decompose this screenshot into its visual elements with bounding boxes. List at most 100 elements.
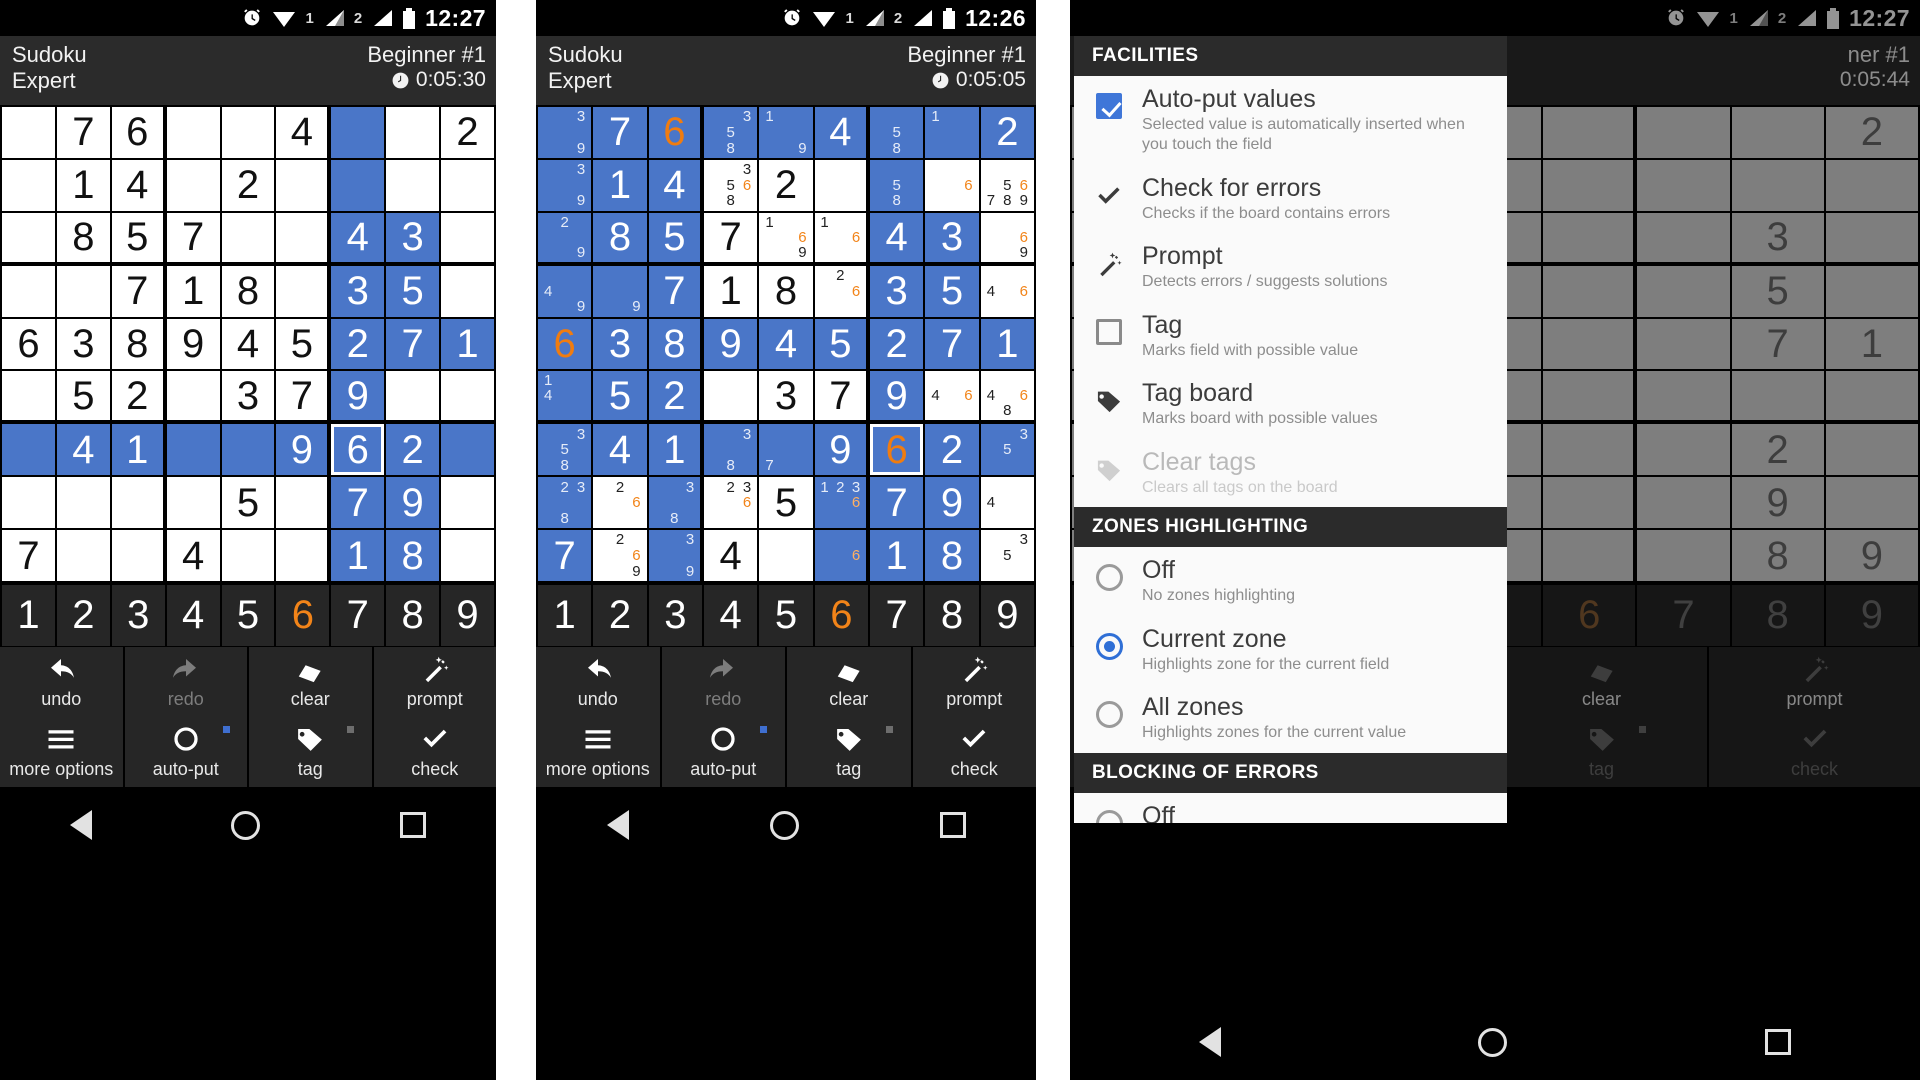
more-options-button[interactable]: more options	[536, 717, 660, 787]
sudoku-cell[interactable]: 2	[441, 107, 494, 158]
settings-item-auto-put-values[interactable]: Auto-put values Selected value is automat…	[1074, 76, 1507, 165]
sudoku-cell[interactable]	[56, 265, 110, 317]
sudoku-cell[interactable]: 5	[759, 477, 813, 529]
sudoku-cell[interactable]	[166, 477, 220, 529]
sudoku-cell[interactable]: 8	[111, 318, 167, 370]
sudoku-cell[interactable]: 468	[980, 371, 1034, 425]
settings-item-prompt[interactable]: Prompt Detects errors / suggests solution…	[1074, 233, 1507, 301]
sudoku-cell[interactable]	[386, 159, 440, 211]
sudoku-cell[interactable]	[441, 530, 494, 581]
sudoku-cell[interactable]	[441, 212, 494, 266]
sudoku-cell[interactable]: 3	[925, 212, 979, 266]
numpad-key-6[interactable]: 6	[814, 585, 868, 646]
sudoku-cell[interactable]	[166, 424, 220, 476]
sudoku-cell[interactable]: 7	[386, 318, 440, 370]
radio-off-icon[interactable]	[1095, 809, 1123, 823]
sudoku-cell[interactable]: 46	[980, 265, 1034, 317]
sudoku-cell[interactable]: 5	[386, 265, 440, 317]
sudoku-cell[interactable]: 39	[538, 107, 592, 158]
sudoku-cell[interactable]: 7	[331, 477, 385, 529]
sudoku-cell[interactable]: 4	[703, 530, 758, 581]
action-toolbar-2[interactable]: undo redo clear prompt	[536, 647, 1036, 717]
sudoku-cell[interactable]	[441, 371, 494, 425]
sudoku-cell[interactable]: 4	[166, 530, 220, 581]
settings-item-tag-board[interactable]: Tag board Marks board with possible value…	[1074, 370, 1507, 438]
back-triangle-icon[interactable]	[69, 810, 92, 840]
settings-item-clear-tags[interactable]: Clear tags Clears all tags on the board	[1074, 439, 1507, 507]
numpad-key-1[interactable]: 1	[538, 585, 592, 646]
sudoku-cell[interactable]: 3	[869, 265, 924, 317]
sudoku-cell[interactable]: 238	[538, 477, 592, 529]
sudoku-cell[interactable]: 4	[593, 424, 647, 476]
sudoku-cell[interactable]: 7	[759, 424, 813, 476]
sudoku-cell[interactable]: 4	[331, 212, 385, 266]
android-nav-bar-2[interactable]	[536, 787, 1036, 863]
numpad-key-5[interactable]: 5	[759, 585, 813, 646]
sudoku-board-2[interactable]: 3976358194581239143568258656789298571691…	[536, 105, 1036, 583]
numpad-key-1[interactable]: 1	[2, 585, 55, 646]
numpad-key-7[interactable]: 7	[331, 585, 385, 646]
sudoku-cell[interactable]: 1	[441, 318, 494, 370]
sudoku-cell[interactable]	[276, 530, 332, 581]
redo-button[interactable]: redo	[661, 647, 785, 717]
sudoku-cell[interactable]	[111, 530, 167, 581]
undo-button[interactable]: undo	[0, 647, 123, 717]
sudoku-cell[interactable]: 7	[869, 477, 924, 529]
settings-item-off[interactable]: Off No zones highlighting	[1074, 547, 1507, 615]
sudoku-cell[interactable]: 3568	[703, 159, 758, 211]
radio-on-icon[interactable]	[1095, 632, 1123, 660]
sudoku-cell[interactable]	[441, 265, 494, 317]
sudoku-cell[interactable]	[331, 107, 385, 158]
sudoku-cell[interactable]: 6	[111, 107, 167, 158]
sudoku-cell[interactable]: 5	[814, 318, 870, 370]
number-pad-1[interactable]: 123456789	[0, 583, 496, 647]
sudoku-cell[interactable]	[331, 159, 385, 211]
prompt-button[interactable]: prompt	[373, 647, 496, 717]
checkbox-empty-icon[interactable]	[1096, 318, 1122, 345]
sudoku-cell[interactable]: 6	[538, 318, 592, 370]
sudoku-cell[interactable]: 2	[386, 424, 440, 476]
tag-button[interactable]: tag	[787, 717, 911, 787]
sudoku-cell[interactable]: 1	[648, 424, 704, 476]
clear-button[interactable]: clear	[249, 647, 372, 717]
sudoku-cell[interactable]	[276, 477, 332, 529]
sudoku-cell[interactable]: 14	[538, 371, 592, 425]
tag-button[interactable]: tag	[249, 717, 372, 787]
sudoku-cell[interactable]: 6	[814, 530, 870, 581]
action-toolbar-1[interactable]: undo redo clear prompt	[0, 647, 496, 717]
numpad-key-8[interactable]: 8	[386, 585, 440, 646]
sudoku-cell[interactable]: 38	[703, 424, 758, 476]
radio-off-icon[interactable]	[1095, 564, 1123, 592]
auto-put-button[interactable]: auto-put	[124, 717, 247, 787]
sudoku-cell[interactable]: 1	[593, 159, 647, 211]
sudoku-cell[interactable]	[441, 424, 494, 476]
sudoku-cell[interactable]: 9	[703, 318, 758, 370]
sudoku-cell[interactable]: 2	[869, 318, 924, 370]
sudoku-cell[interactable]: 8	[925, 530, 979, 581]
sudoku-cell[interactable]: 7	[814, 371, 870, 425]
sudoku-cell[interactable]: 1236	[814, 477, 870, 529]
sudoku-cell[interactable]: 2	[331, 318, 385, 370]
sudoku-cell[interactable]	[386, 371, 440, 425]
sudoku-cell[interactable]: 9	[331, 371, 385, 425]
sudoku-cell[interactable]: 4	[111, 159, 167, 211]
settings-menu-sheet[interactable]: FACILITIES Auto-put values Selected value …	[1074, 36, 1507, 823]
sudoku-cell[interactable]: 2	[111, 371, 167, 425]
sudoku-cell[interactable]: 3	[56, 318, 110, 370]
sudoku-cell[interactable]: 9	[166, 318, 220, 370]
auto-put-button[interactable]: auto-put	[661, 717, 785, 787]
numpad-key-3[interactable]: 3	[648, 585, 702, 646]
clear-button[interactable]: clear	[787, 647, 911, 717]
back-triangle-icon[interactable]	[1198, 1027, 1221, 1057]
sudoku-cell[interactable]: 8	[56, 212, 110, 266]
radio-off-icon[interactable]	[1095, 701, 1123, 729]
sudoku-cell[interactable]	[166, 159, 220, 211]
sudoku-cell[interactable]: 7	[593, 107, 647, 158]
android-nav-bar-3[interactable]	[1070, 1004, 1920, 1080]
sudoku-cell[interactable]: 4	[648, 159, 704, 211]
sudoku-cell[interactable]: 1	[56, 159, 110, 211]
sudoku-cell[interactable]: 4	[221, 318, 275, 370]
sudoku-cell[interactable]: 1	[111, 424, 167, 476]
sudoku-cell[interactable]: 26	[593, 477, 647, 529]
check-button[interactable]: check	[373, 717, 496, 787]
